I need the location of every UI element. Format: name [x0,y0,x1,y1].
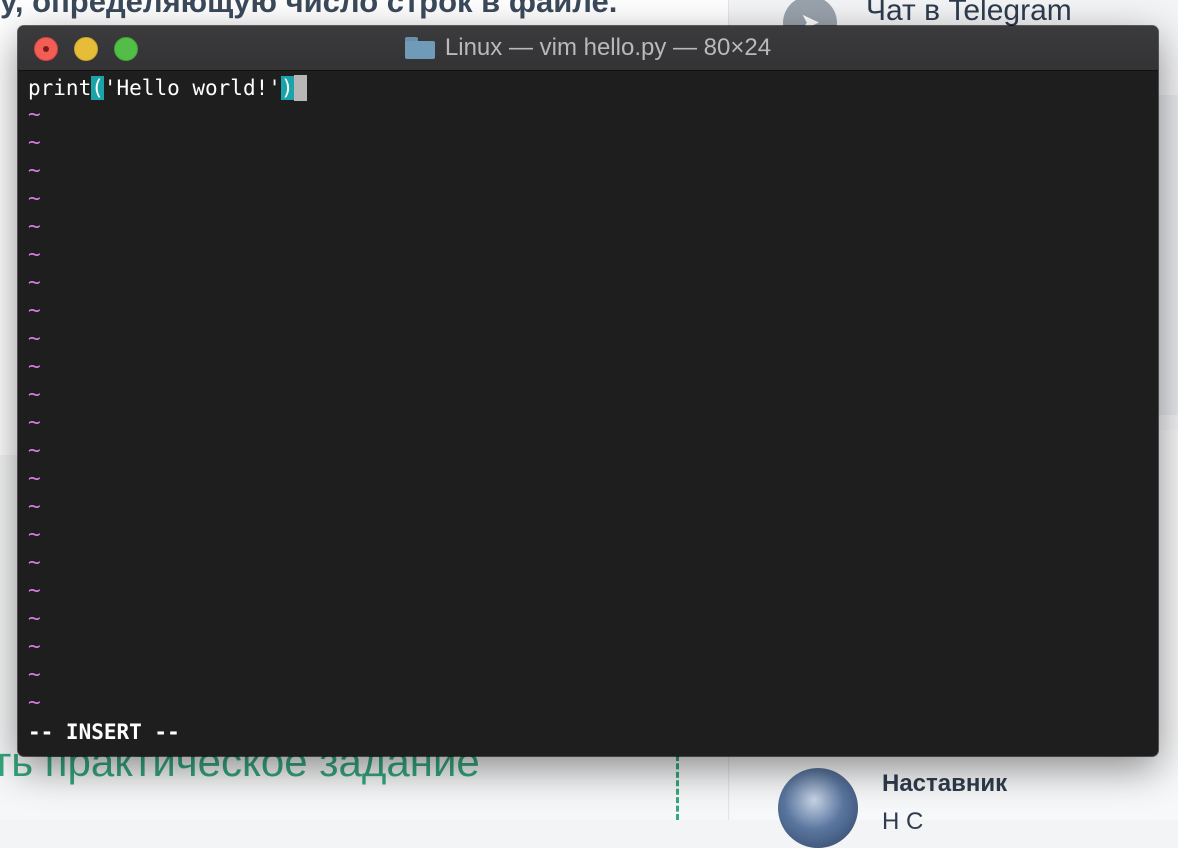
tilde-line-marker: ~ [28,578,41,602]
folder-icon [404,37,435,59]
tilde-line-marker: ~ [28,662,41,686]
dashed-divider [676,755,679,820]
tilde-line-marker: ~ [28,522,41,546]
background-heading: у, определяющую число строк в файле. [0,0,618,19]
terminal-window[interactable]: Linux — vim hello.py — 80×24 print('Hell… [18,26,1158,756]
tilde-line-marker: ~ [28,130,41,154]
tilde-line-marker: ~ [28,550,41,574]
tilde-line-marker: ~ [28,354,41,378]
close-paren-highlight: ) [280,76,294,100]
window-title: Linux — vim hello.py — 80×24 [444,34,772,61]
tilde-line-marker: ~ [28,466,41,490]
code-function-name: print [28,76,92,100]
window-title-area: Linux — vim hello.py — 80×24 [18,26,1158,70]
tilde-line-marker: ~ [28,242,41,266]
tilde-line-marker: ~ [28,158,41,182]
tilde-line-marker: ~ [28,438,41,462]
tilde-line-marker: ~ [28,214,41,238]
tilde-line-marker: ~ [28,298,41,322]
tilde-line-marker: ~ [28,634,41,658]
open-paren-highlight: ( [91,76,104,100]
tilde-line-marker: ~ [28,270,41,294]
tilde-line-marker: ~ [28,382,41,406]
text-cursor [293,75,307,101]
mentor-label: Наставник [882,770,1008,797]
tilde-line-marker: ~ [28,102,41,126]
tilde-line-marker: ~ [28,326,41,350]
tilde-line-marker: ~ [28,690,41,714]
tilde-line-marker: ~ [28,494,41,518]
code-string-literal: 'Hello world!' [103,76,281,100]
tilde-line-marker: ~ [28,186,41,210]
telegram-chat-link[interactable]: Чат в Telegram [866,0,1072,28]
mentor-avatar [778,768,858,848]
code-line-1[interactable]: print('Hello world!') [28,74,307,102]
tilde-line-marker: ~ [28,410,41,434]
vim-editor[interactable]: print('Hello world!') ~ ~ ~ ~ ~ ~ ~ ~ ~ ~ ~ ~ ~ ~ ~ ~ ~ ~… [28,70,1148,756]
tilde-line-marker: ~ [28,606,41,630]
mentor-name: Н С [882,808,924,835]
vim-mode-indicator: -- INSERT -- [28,720,180,744]
window-titlebar[interactable]: Linux — vim hello.py — 80×24 [18,26,1158,71]
